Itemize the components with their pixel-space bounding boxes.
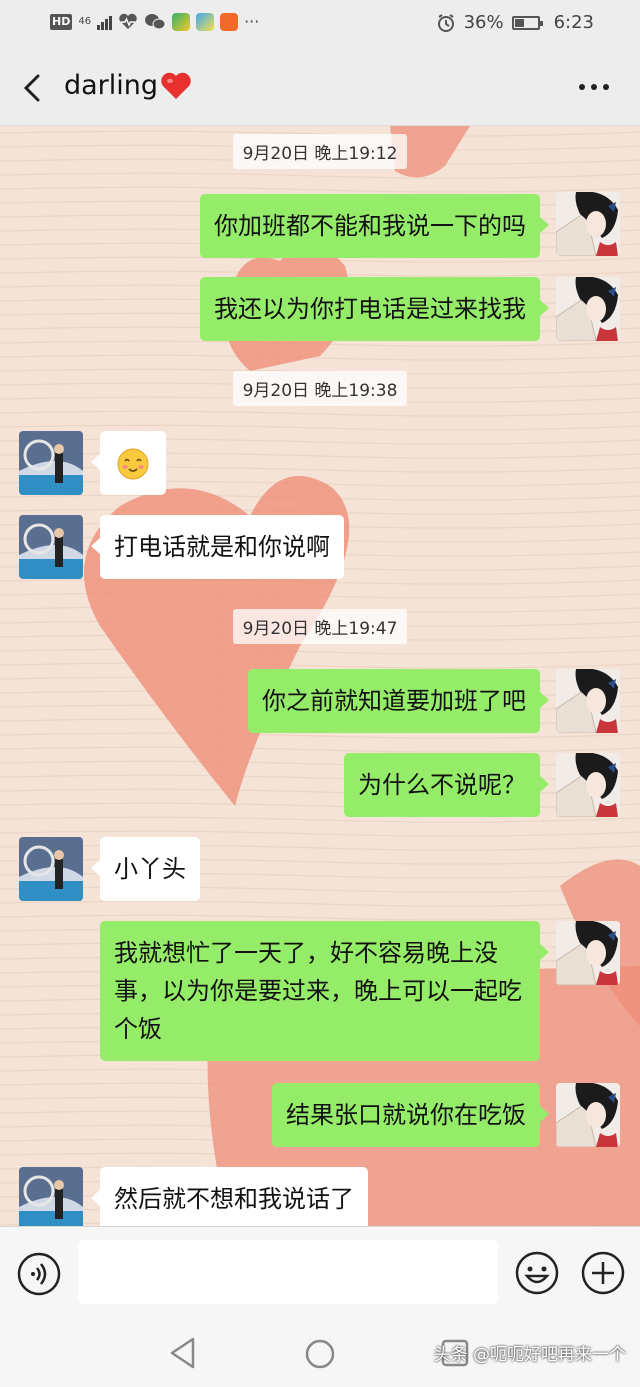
message-bubble-sent[interactable]: 你加班都不能和我说一下的吗	[200, 194, 549, 258]
video-app-icon	[172, 13, 191, 31]
my-avatar[interactable]	[556, 921, 620, 985]
clock: 6:23	[553, 12, 594, 33]
wechat-icon	[145, 14, 166, 30]
chat-header: darling	[0, 50, 640, 126]
message-bubble-sent[interactable]: 我就想忙了一天了，好不容易晚上没事，以为你是要过来，晚上可以一起吃个饭	[100, 921, 549, 1061]
back-arrow-icon[interactable]	[18, 70, 50, 106]
contact-avatar[interactable]	[19, 431, 83, 495]
chat-title: darling	[64, 70, 192, 101]
heart-icon	[161, 72, 191, 99]
nav-back-icon[interactable]	[168, 1336, 198, 1370]
message-bubble-sent[interactable]: 为什么不说呢？	[344, 753, 549, 817]
my-avatar[interactable]	[556, 753, 620, 817]
signal-icon	[97, 14, 113, 30]
timestamp: 9月20日 晚上19:38	[0, 371, 640, 406]
battery-icon	[511, 15, 543, 30]
alarm-icon	[437, 13, 454, 32]
message-bubble-sent[interactable]: 你之前就知道要加班了吧	[248, 669, 549, 733]
voice-input-icon[interactable]	[16, 1251, 62, 1297]
message-input[interactable]	[78, 1240, 498, 1304]
contact-name: darling	[64, 70, 159, 101]
status-bar: HD 46 ··· 36% 6:23	[0, 0, 640, 50]
chat-area[interactable]: 9月20日 晚上19:12 你加班都不能和我说一下的吗 我还以为你打电话是过来找…	[0, 126, 640, 1226]
system-nav-bar: 头条 @呃呃好吧再来一个	[0, 1318, 640, 1387]
message-bubble-sent[interactable]: 结果张口就说你在吃饭	[272, 1083, 549, 1147]
my-avatar[interactable]	[556, 277, 620, 341]
health-icon	[119, 13, 137, 29]
timestamp: 9月20日 晚上19:12	[0, 134, 640, 169]
play-app-icon	[220, 13, 239, 31]
message-bubble-received[interactable]: 打电话就是和你说啊	[91, 515, 344, 579]
hd-badge: HD	[50, 14, 73, 30]
watermark: 头条 @呃呃好吧再来一个	[433, 1345, 626, 1365]
timestamp: 9月20日 晚上19:47	[0, 609, 640, 644]
emoji-picker-icon[interactable]	[514, 1250, 560, 1296]
my-avatar[interactable]	[556, 192, 620, 256]
message-bubble-sent[interactable]: 我还以为你打电话是过来找我	[200, 277, 549, 341]
my-avatar[interactable]	[556, 1083, 620, 1147]
network-type: 46	[78, 16, 92, 27]
nav-home-icon[interactable]	[304, 1338, 336, 1370]
more-options-icon[interactable]	[576, 72, 612, 102]
contact-avatar[interactable]	[19, 515, 83, 579]
my-avatar[interactable]	[556, 669, 620, 733]
message-bubble-received[interactable]: 然后就不想和我说话了	[91, 1167, 368, 1226]
status-left: HD 46 ···	[50, 13, 259, 31]
blush-emoji-icon	[117, 448, 149, 480]
contact-avatar[interactable]	[19, 837, 83, 901]
game-app-icon	[196, 13, 215, 31]
status-right: 36% 6:23	[436, 12, 594, 33]
contact-avatar[interactable]	[19, 1167, 83, 1226]
add-attachment-icon[interactable]	[580, 1250, 626, 1296]
message-bubble-received[interactable]: 小丫头	[91, 837, 200, 901]
input-bar	[0, 1226, 640, 1318]
battery-percent: 36%	[463, 12, 504, 33]
more-notifications: ···	[244, 12, 260, 31]
message-bubble-received[interactable]	[91, 431, 166, 495]
